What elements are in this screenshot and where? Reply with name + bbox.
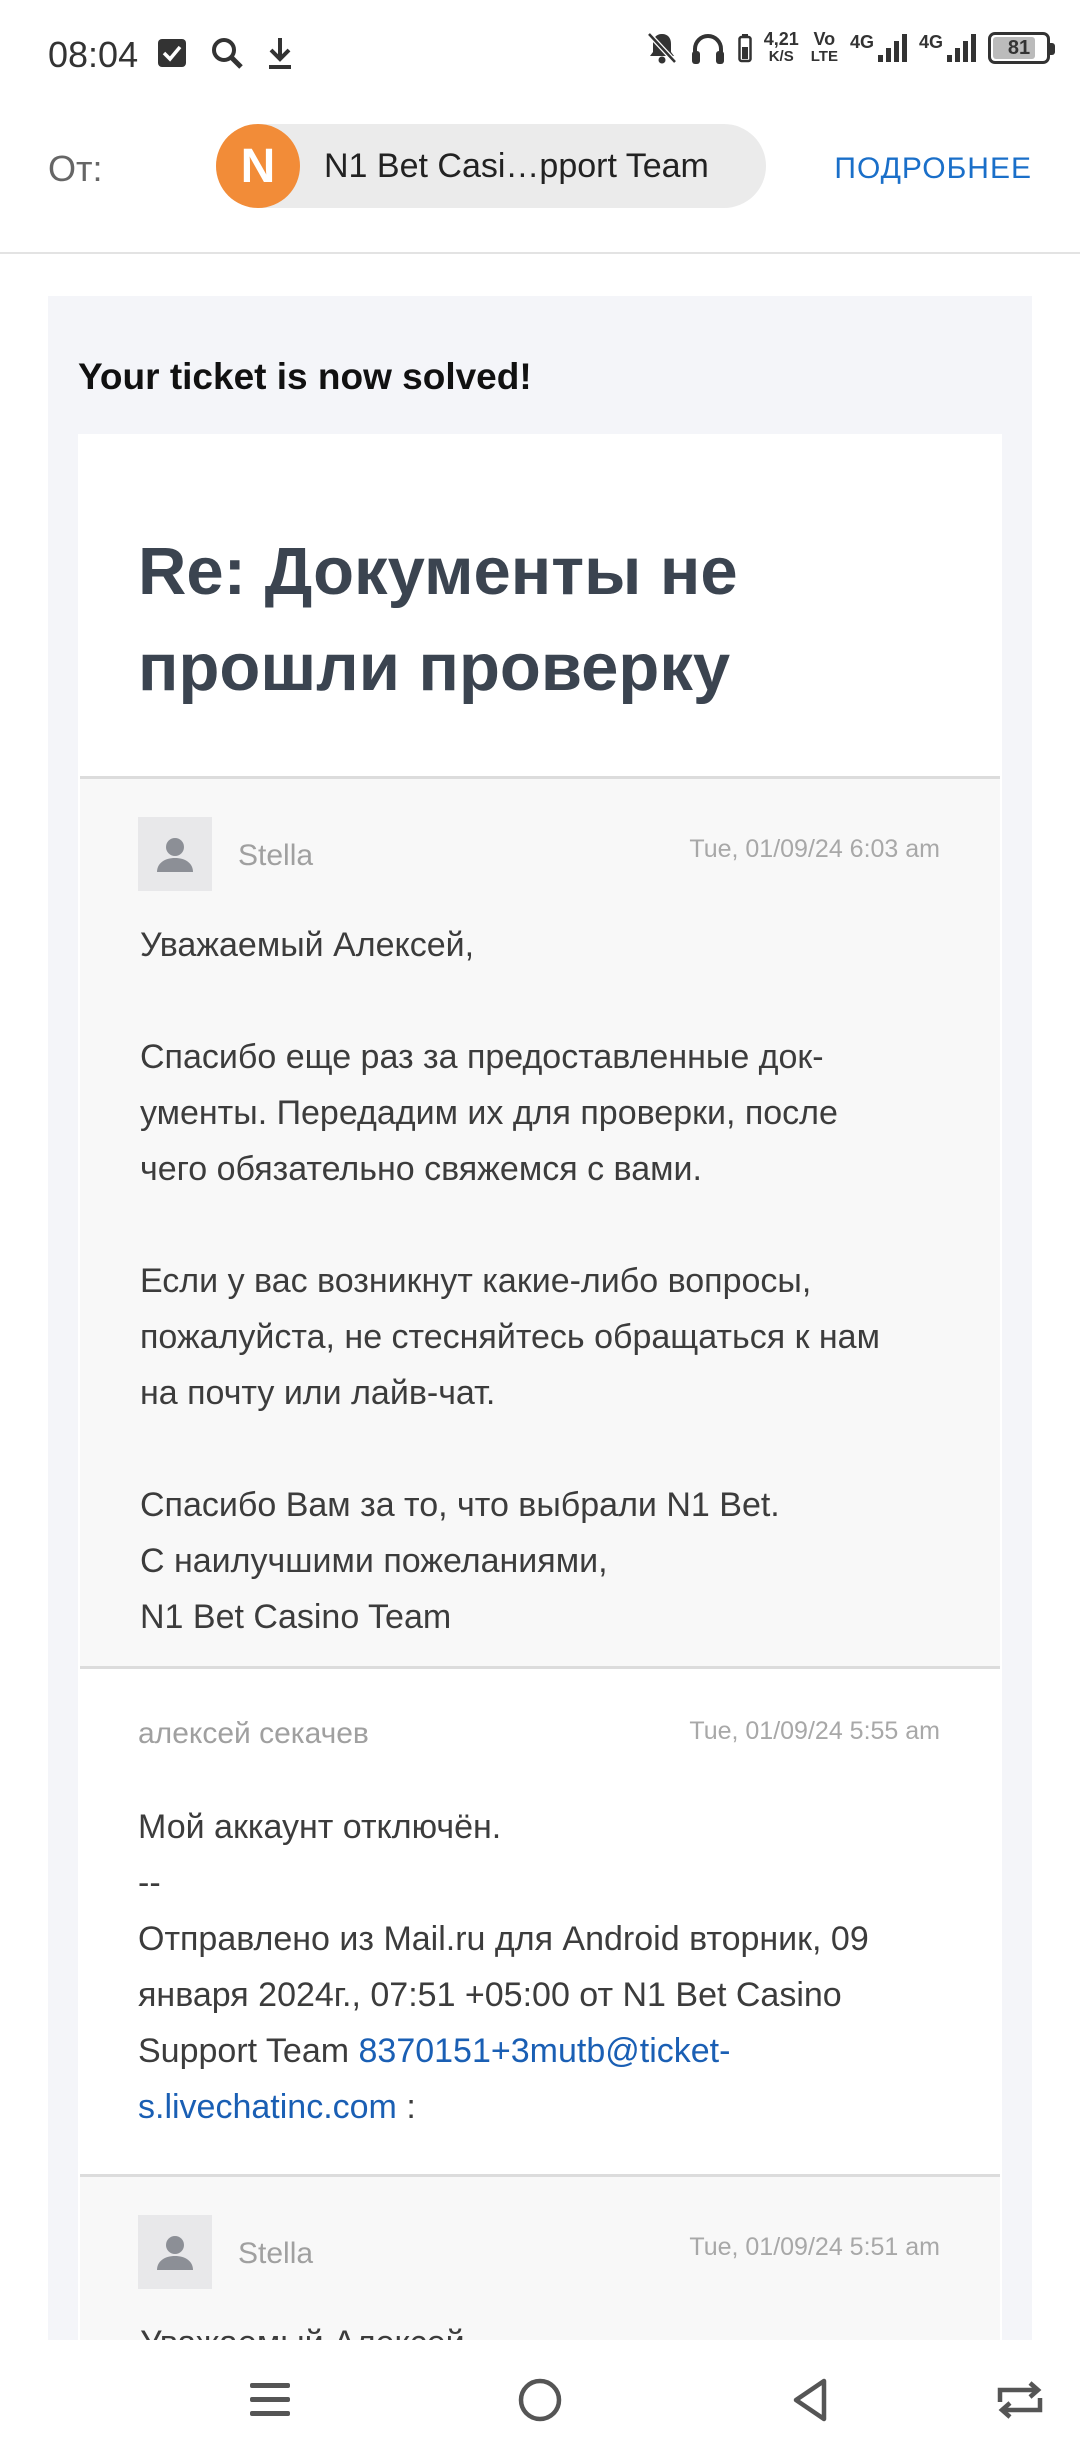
download-icon xyxy=(269,38,291,69)
message-author: Stella xyxy=(238,839,314,872)
battery-level: 81 xyxy=(1007,36,1031,59)
message-line: s.livechatinc.com : xyxy=(138,2079,938,2135)
message-line: чего обязательно свяжемся с вами. xyxy=(140,1150,702,1188)
home-button[interactable] xyxy=(510,2370,570,2430)
message-text: Уважаемый Алексей, xyxy=(140,2315,940,2340)
navigation-bar xyxy=(0,2340,1080,2460)
signal-sim1: 4G xyxy=(850,33,907,63)
menu-icon xyxy=(250,2383,290,2416)
menu-button[interactable] xyxy=(240,2370,300,2430)
message-item: Stella Tue, 01/09/24 5:51 am Уважаемый А… xyxy=(80,2174,1000,2340)
back-icon xyxy=(793,2378,827,2422)
search-icon xyxy=(212,38,243,69)
network-speed-value: 4,21 xyxy=(763,29,799,49)
status-bar: 08:04 4,21 K/S Vo LTE 4G 4G 81 xyxy=(0,0,1080,110)
status-left-icons xyxy=(156,36,294,70)
email-link[interactable]: 8370151+3mutb@ticket- xyxy=(359,2032,731,2070)
message-line: Support Team 8370151+3mutb@ticket- xyxy=(138,2023,938,2079)
network-speed-unit: K/S xyxy=(768,48,794,65)
message-text-segment: : xyxy=(396,2088,416,2126)
message-line: Спасибо еще раз за предоставленные док- xyxy=(140,1038,824,1076)
email-body: Your ticket is now solved! Re: Документы… xyxy=(48,296,1032,2340)
message-item: Stella Tue, 01/09/24 6:03 am Уважаемый А… xyxy=(80,776,1000,1668)
sender-name: N1 Bet Casi…pport Team xyxy=(324,146,709,185)
ticket-card: Re: Документы не прошли проверку Stella … xyxy=(78,434,1002,2340)
volte-bottom: LTE xyxy=(810,48,838,65)
signal-icon xyxy=(947,34,976,62)
person-icon xyxy=(157,2236,193,2270)
message-item: алексей секачев Tue, 01/09/24 5:55 am Мо… xyxy=(80,1666,1000,2174)
signal-sim2: 4G xyxy=(919,33,976,63)
message-line: N1 Bet Casino Team xyxy=(140,1598,452,1636)
message-author: алексей секачев xyxy=(138,1717,369,1750)
message-text-segment: Support Team xyxy=(138,2032,359,2070)
solved-title: Your ticket is now solved! xyxy=(78,356,532,397)
bell-off-icon xyxy=(646,32,677,64)
back-button[interactable] xyxy=(780,2370,840,2430)
person-icon xyxy=(157,838,193,872)
message-date: Tue, 01/09/24 5:51 am xyxy=(689,2233,940,2261)
message-greeting: Уважаемый Алексей, xyxy=(140,2315,940,2340)
message-line: -- xyxy=(138,1864,161,1902)
sender-chip[interactable]: N N1 Bet Casi…pport Team xyxy=(216,124,766,208)
message-line: Мой аккаунт отключён. xyxy=(138,1808,502,1846)
status-right-icons: 4,21 K/S Vo LTE 4G 4G 81 xyxy=(646,30,1055,66)
volte-indicator: Vo LTE xyxy=(811,30,838,66)
agent-avatar xyxy=(138,2215,212,2289)
volte-top: Vo xyxy=(813,29,836,49)
message-line: января 2024г., 07:51 +05:00 от N1 Bet Ca… xyxy=(138,1976,842,2014)
message-date: Tue, 01/09/24 6:03 am xyxy=(689,835,940,863)
rotate-button[interactable] xyxy=(990,2370,1050,2430)
network-speed: 4,21 K/S xyxy=(764,30,799,66)
message-line: на почту или лайв-чат. xyxy=(140,1374,496,1412)
message-line: ументы. Передадим их для проверки, после xyxy=(140,1094,838,1132)
from-label: От: xyxy=(48,148,103,189)
message-line: С наилучшими пожеланиями, xyxy=(140,1542,608,1580)
details-link[interactable]: ПОДРОБНЕЕ xyxy=(834,152,1032,186)
small-battery-icon xyxy=(737,34,752,63)
message-line: Если у вас возникнут какие-либо вопросы, xyxy=(140,1262,812,1300)
email-header: От: N N1 Bet Casi…pport Team ПОДРОБНЕЕ xyxy=(0,110,1080,254)
ticket-title: Re: Документы не прошли проверку xyxy=(138,534,738,705)
status-time: 08:04 xyxy=(48,34,139,75)
checkbox-icon xyxy=(158,39,186,67)
sim2-label: 4G xyxy=(918,32,943,52)
message-text: Мой аккаунт отключён. -- Отправлено из M… xyxy=(138,1799,938,2135)
battery-indicator: 81 xyxy=(988,32,1055,64)
sim1-label: 4G xyxy=(849,32,874,52)
signal-icon xyxy=(877,34,907,62)
home-icon xyxy=(518,2378,562,2422)
email-link[interactable]: s.livechatinc.com xyxy=(138,2088,397,2126)
message-author: Stella xyxy=(238,2237,314,2270)
agent-avatar xyxy=(138,817,212,891)
rotate-icon xyxy=(997,2381,1043,2419)
message-date: Tue, 01/09/24 5:55 am xyxy=(689,1717,940,1745)
message-line: Отправлено из Mail.ru для Android вторни… xyxy=(138,1920,869,1958)
message-greeting: Уважаемый Алексей, xyxy=(140,926,475,964)
message-text: Уважаемый Алексей, Спасибо еще раз за пр… xyxy=(140,917,940,1645)
sender-avatar: N xyxy=(216,124,300,208)
message-line: пожалуйста, не стесняйтесь обращаться к … xyxy=(140,1318,880,1356)
message-line: Спасибо Вам за то, что выбрали N1 Bet. xyxy=(140,1486,780,1524)
headphones-icon xyxy=(691,34,724,64)
